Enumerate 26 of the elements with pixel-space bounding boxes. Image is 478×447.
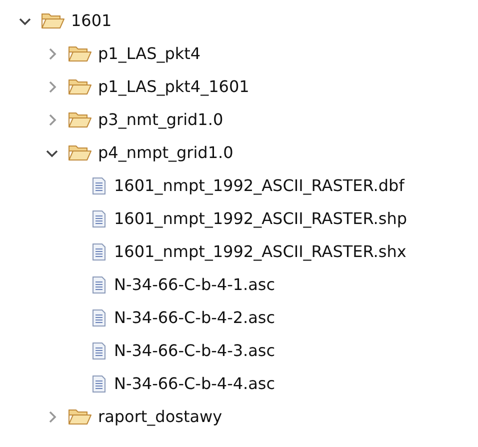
document-icon [92, 374, 106, 392]
document-icon [92, 210, 106, 228]
document-icon [92, 276, 106, 294]
file-name[interactable]: 1601_nmpt_1992_ASCII_RASTER.shp [114, 209, 408, 228]
folder-icon [68, 144, 92, 162]
folder-icon [68, 408, 92, 426]
document-icon [92, 308, 106, 326]
folder-name[interactable]: 1601 [71, 11, 112, 30]
folder-icon [68, 44, 92, 62]
document-icon [92, 176, 106, 194]
document-icon [92, 342, 106, 360]
file-name[interactable]: 1601_nmpt_1992_ASCII_RASTER.dbf [114, 176, 404, 195]
file-name[interactable]: N-34-66-C-b-4-4.asc [114, 374, 276, 393]
folder-name[interactable]: p3_nmt_grid1.0 [98, 110, 224, 129]
file-name[interactable]: 1601_nmpt_1992_ASCII_RASTER.shx [114, 242, 406, 261]
folder-name[interactable]: p1_LAS_pkt4 [98, 44, 201, 63]
folder-name[interactable]: p1_LAS_pkt4_1601 [98, 77, 250, 96]
folder-icon [41, 12, 65, 30]
folder-icon [68, 110, 92, 128]
file-name[interactable]: N-34-66-C-b-4-2.asc [114, 308, 276, 327]
document-icon [92, 242, 106, 260]
folder-name[interactable]: p4_nmpt_grid1.0 [98, 143, 234, 162]
file-name[interactable]: N-34-66-C-b-4-1.asc [114, 275, 276, 294]
folder-name[interactable]: raport_dostawy [98, 407, 222, 426]
folder-icon [68, 78, 92, 96]
file-name[interactable]: N-34-66-C-b-4-3.asc [114, 341, 276, 360]
